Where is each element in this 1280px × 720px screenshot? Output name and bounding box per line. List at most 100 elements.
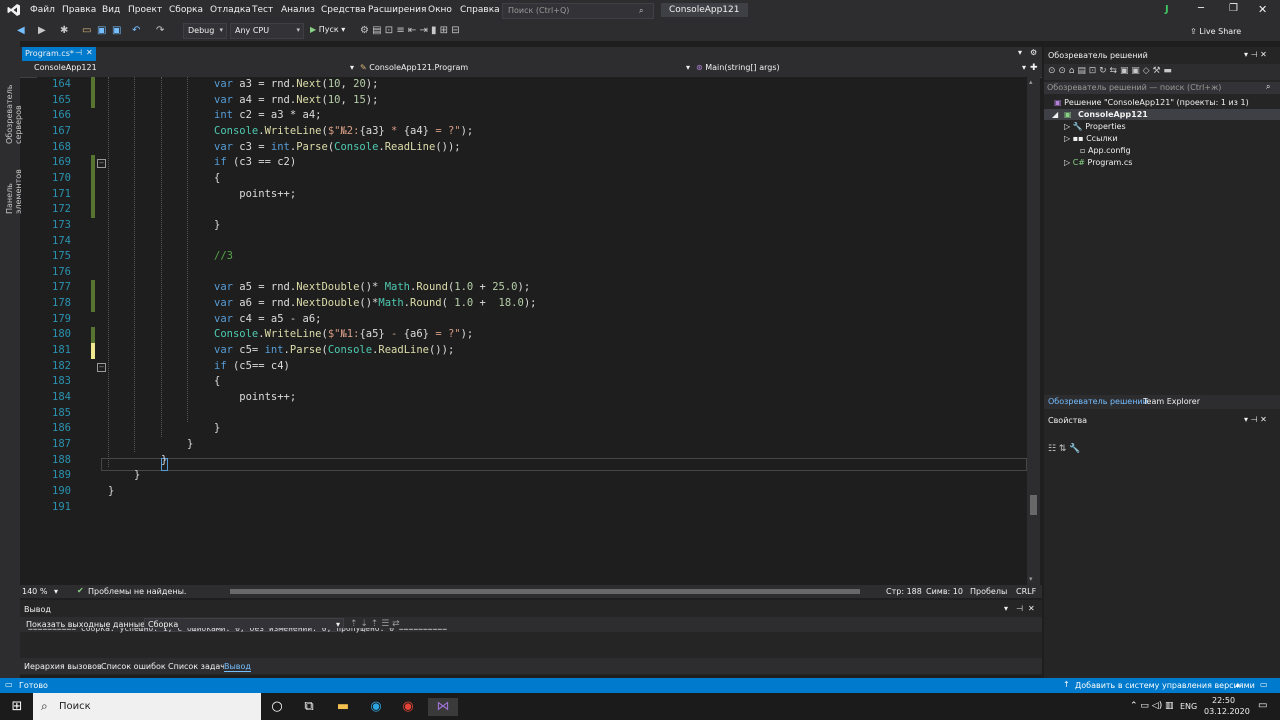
- open-icon[interactable]: ▭: [82, 25, 91, 36]
- tree-item-appconfig[interactable]: ▫ App.config: [1080, 146, 1131, 155]
- toolbox-tab[interactable]: Панель элементов: [5, 144, 23, 214]
- zoom-dropdown-icon[interactable]: ▾: [54, 587, 58, 596]
- menu-item[interactable]: Расширения: [368, 5, 426, 15]
- line-number: 180: [52, 328, 71, 341]
- windows-start-icon[interactable]: ⊞: [8, 698, 26, 716]
- scroll-down-icon[interactable]: ▾: [1029, 575, 1033, 583]
- forward-icon[interactable]: ▶: [38, 25, 46, 36]
- bottom-tab[interactable]: Список ошибок: [101, 662, 166, 671]
- pin-icon[interactable]: ⊣: [75, 48, 82, 57]
- tab-solution-explorer[interactable]: Обозреватель решений: [1048, 397, 1148, 406]
- nav-class-dropdown[interactable]: ✎ ConsoleApp121.Program ▾: [360, 63, 690, 75]
- problems-status[interactable]: Проблемы не найдены.: [88, 587, 186, 596]
- solution-toolbar-icons[interactable]: ⊙ ⊙ ⌂ ▤ ⊡ ↻ ⇆ ▣ ▣ ◇ ⚒ ▬: [1048, 66, 1172, 76]
- expand-icon[interactable]: ▷: [1064, 158, 1070, 167]
- solution-node[interactable]: ▣ Решение "ConsoleApp121" (проекты: 1 из…: [1054, 98, 1249, 107]
- line-number: 168: [52, 140, 71, 153]
- menu-item[interactable]: Проект: [128, 5, 162, 15]
- settings-icon[interactable]: ⚙: [1030, 48, 1037, 57]
- search-placeholder: Поиск (Ctrl+Q): [508, 6, 570, 15]
- nav-project-dropdown[interactable]: ConsoleApp121 ▾: [34, 63, 354, 75]
- line-number: 167: [52, 124, 71, 137]
- tree-item-properties[interactable]: ▷ 🔧 Properties: [1064, 122, 1126, 131]
- close-tab-icon[interactable]: ✕: [86, 48, 93, 57]
- menu-item[interactable]: Отладка: [210, 5, 251, 15]
- maximize-button[interactable]: ❐: [1229, 3, 1238, 14]
- language-indicator[interactable]: ENG: [1180, 702, 1197, 711]
- menu-item[interactable]: Сборка: [169, 5, 203, 15]
- tab-overflow-icon[interactable]: ▾: [1018, 48, 1022, 57]
- bottom-tab[interactable]: Иерархия вызовов: [24, 662, 102, 671]
- bottom-tab[interactable]: Список задач: [168, 662, 225, 671]
- tree-item-program-cs[interactable]: ▷ C# Program.cs: [1064, 158, 1132, 167]
- menu-item[interactable]: Окно: [428, 5, 452, 15]
- line-number: 181: [52, 344, 71, 357]
- nav-member-dropdown[interactable]: ⊛ Main(string[] args) ▾: [696, 63, 1026, 75]
- menu-item[interactable]: Анализ: [281, 5, 315, 15]
- panel-controls[interactable]: ▾ ⊣ ✕: [1244, 415, 1267, 424]
- task-view-icon[interactable]: ⧉: [300, 698, 318, 716]
- menu-item[interactable]: Файл: [30, 5, 55, 15]
- eol-indicator: CRLF: [1016, 587, 1037, 596]
- expand-icon[interactable]: ▷: [1064, 122, 1070, 131]
- save-all-icon[interactable]: ▣: [112, 25, 121, 36]
- telegram-icon[interactable]: ◉: [367, 698, 385, 716]
- code-line: }: [214, 218, 221, 231]
- tab-program-cs[interactable]: Program.cs* ⊣ ✕: [22, 47, 96, 61]
- nav-project-label: ConsoleApp121: [34, 63, 97, 72]
- menu-item[interactable]: Справка: [460, 5, 500, 15]
- run-button[interactable]: ▶ Пуск ▾: [310, 25, 345, 34]
- file-explorer-icon[interactable]: ▬: [334, 698, 352, 716]
- properties-toolbar-icons[interactable]: ☷ ⇅ 🔧: [1048, 444, 1081, 454]
- menu-item[interactable]: Правка: [62, 5, 96, 15]
- visual-studio-icon[interactable]: ⋈: [428, 698, 458, 716]
- code-editor[interactable]: 164 var a3 = rnd.Next(10, 20); 165 var a4 =…: [37, 77, 1027, 585]
- horizontal-scrollbar[interactable]: [230, 589, 860, 594]
- line-number: 184: [52, 391, 71, 403]
- menu-item[interactable]: Средства: [321, 5, 366, 15]
- panel-controls[interactable]: ▾ ⊣ ✕: [1244, 50, 1267, 59]
- tab-team-explorer[interactable]: Team Explorer: [1143, 397, 1200, 406]
- collapse-icon[interactable]: −: [97, 362, 106, 372]
- menu-item[interactable]: Тест: [252, 5, 273, 15]
- user-avatar[interactable]: J: [1165, 4, 1169, 15]
- editor-vertical-scrollbar[interactable]: ▴ ▾: [1027, 77, 1040, 585]
- chevron-down-icon: ▾: [685, 63, 690, 72]
- new-project-icon[interactable]: ✱: [60, 25, 68, 36]
- expand-icon[interactable]: ▷: [1064, 134, 1070, 143]
- scroll-thumb[interactable]: [1030, 495, 1037, 515]
- indent-guide: [134, 77, 135, 452]
- scroll-up-icon[interactable]: ▴: [1029, 78, 1033, 86]
- notification-center-icon[interactable]: ▭: [1258, 700, 1267, 711]
- panel-menu-icon[interactable]: ▾: [1004, 604, 1008, 613]
- change-marker: [91, 77, 95, 109]
- undo-icon[interactable]: ↶: [132, 25, 140, 36]
- pin-icon[interactable]: ⊣: [1016, 604, 1023, 613]
- close-button[interactable]: ✕: [1258, 3, 1267, 16]
- tree-item-references[interactable]: ▷ ▪▪ Ссылки: [1064, 134, 1118, 143]
- redo-icon[interactable]: ↷: [156, 25, 164, 36]
- expand-icon[interactable]: ◢: [1052, 110, 1058, 119]
- platform-dropdown[interactable]: Any CPU ▾: [230, 23, 304, 39]
- notification-icon[interactable]: ▭: [1260, 680, 1268, 689]
- project-node[interactable]: ◢ ▣ ConsoleApp121: [1044, 109, 1280, 120]
- unsaved-change-marker: [91, 343, 95, 359]
- solution-search-input[interactable]: Обозреватель решений — поиск (Ctrl+ж) ⌕: [1044, 82, 1280, 94]
- config-dropdown[interactable]: Debug ▾: [183, 23, 227, 39]
- collapse-icon[interactable]: −: [97, 159, 106, 169]
- cortana-icon[interactable]: ○: [268, 698, 286, 716]
- menu-item[interactable]: Вид: [102, 5, 120, 15]
- search-input[interactable]: Поиск (Ctrl+Q) ⌕: [502, 3, 654, 19]
- save-icon[interactable]: ▣: [97, 25, 106, 36]
- back-icon[interactable]: ◀: [17, 25, 25, 36]
- live-share-button[interactable]: ⇪ Live Share: [1190, 27, 1241, 36]
- zoom-level[interactable]: 140 %: [22, 587, 47, 596]
- bottom-tab[interactable]: Вывод: [224, 662, 251, 672]
- search-icon: ⌕: [1266, 82, 1271, 91]
- close-icon[interactable]: ✕: [1028, 604, 1035, 613]
- taskbar-search[interactable]: ⌕ Поиск: [33, 693, 261, 720]
- chrome-icon[interactable]: ◉: [399, 698, 417, 716]
- split-editor-icon[interactable]: ✚: [1030, 63, 1038, 73]
- minimize-button[interactable]: ─: [1198, 3, 1204, 14]
- add-to-vcs[interactable]: Добавить в систему управления версиями: [1075, 681, 1255, 690]
